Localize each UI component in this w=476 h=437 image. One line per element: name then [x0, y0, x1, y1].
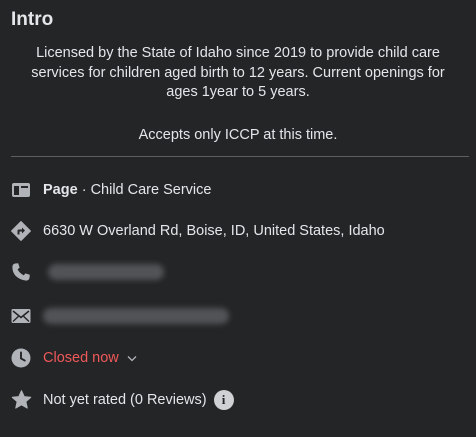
- bio-line: ages 1year to 5 years.: [166, 84, 310, 100]
- address-row: 6630 W Overland Rd, Boise, ID, United St…: [10, 217, 385, 245]
- hours-status: Closed now: [43, 350, 119, 366]
- bio-line: services for children aged birth to 12 y…: [31, 64, 445, 81]
- page-flag-icon: [10, 179, 32, 201]
- address-text[interactable]: 6630 W Overland Rd, Boise, ID, United St…: [43, 223, 385, 239]
- intro-bio: Licensed by the State of Idaho since 201…: [18, 44, 458, 103]
- email-address-redacted[interactable]: [43, 308, 229, 324]
- page-separator: ·: [77, 182, 91, 198]
- directions-icon: [10, 220, 32, 242]
- star-icon: [10, 389, 32, 411]
- phone-icon: [10, 261, 32, 283]
- email-row: [10, 302, 229, 330]
- info-icon[interactable]: i: [213, 390, 234, 410]
- chevron-down-icon[interactable]: [127, 355, 137, 362]
- clock-icon: [10, 347, 32, 369]
- divider: [11, 156, 469, 157]
- intro-title: Intro: [11, 9, 54, 30]
- rating-row: Not yet rated (0 Reviews) i: [10, 386, 234, 414]
- rating-text: Not yet rated (0 Reviews): [43, 392, 207, 408]
- page-category[interactable]: Child Care Service: [91, 182, 212, 198]
- hours-row[interactable]: Closed now: [10, 344, 137, 372]
- page-category-row: Page · Child Care Service: [10, 176, 211, 204]
- intro-card: Intro Licensed by the State of Idaho sin…: [0, 0, 476, 437]
- page-label: Page: [43, 182, 78, 198]
- phone-row: [10, 258, 164, 286]
- envelope-icon: [10, 305, 32, 327]
- intro-note: Accepts only ICCP at this time.: [138, 127, 338, 143]
- bio-line: Licensed by the State of Idaho since 201…: [36, 45, 440, 61]
- phone-number-redacted[interactable]: [48, 264, 164, 280]
